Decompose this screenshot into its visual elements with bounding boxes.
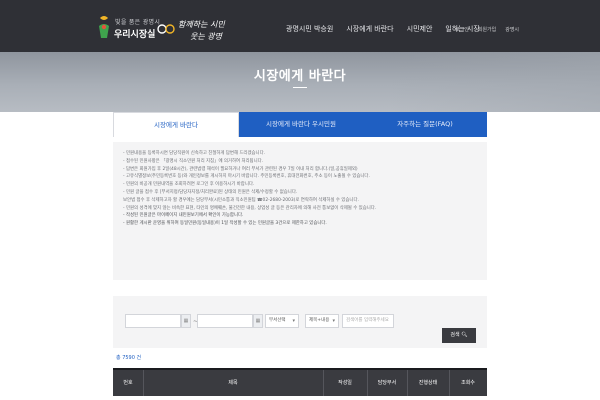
tab-to-mayor-civil[interactable]: 시장에게 바란다 우시민원 xyxy=(239,112,363,137)
nav-item-proposal[interactable]: 시민제안 xyxy=(407,24,433,34)
column-header-date: 작성일 xyxy=(338,380,352,386)
search-button-label: 검색 xyxy=(450,332,460,338)
search-icon: 🔍︎ xyxy=(461,332,468,338)
notice-item: - 민원의 비공개 민원내역을 조회하려면 로그인 후 이용하시기 바랍니다. xyxy=(123,182,255,188)
notice-item: - 민원내용을 등록하시면 담당직원이 신속하고 친절하게 답변해 드리겠습니다… xyxy=(123,151,266,156)
chevron-down-icon: ▾ xyxy=(292,318,295,324)
search-panel: ▦ ~ ▦ 부서선택 ▾ 제목+내용 ▾ 검색어를 입력해주세요 xyxy=(113,296,487,348)
column-header-status: 진행상태 xyxy=(418,380,438,386)
brand-slogan-logo: 함께하는 시민 웃는 광명 xyxy=(157,20,225,41)
department-select-value: 부서선택 xyxy=(269,318,286,323)
logo-subtitle: 빛을 품은 광명시 xyxy=(115,19,161,26)
column-header-title: 제목 xyxy=(228,380,238,386)
city-home-link[interactable]: 광명시 xyxy=(505,26,519,33)
notice-item: - 원활한 게시판 운영을 위하여 동일민원(동일내용)이 1일 작성할 수 있… xyxy=(123,221,327,227)
notice-item: - 민원의 성격에 맞지 않는 비속한 표현, 타인의 명예훼손, 불건전한 내… xyxy=(123,205,377,211)
calendar-icon[interactable]: ▦ xyxy=(253,314,263,328)
search-field-select[interactable]: 제목+내용 ▾ xyxy=(305,314,339,328)
page-title: 시장에게 바란다 xyxy=(253,69,347,84)
notice-item: - 답변은 회원가입 후 2일(48시간), 관련법령 해석이 필요하거나 여러… xyxy=(123,166,358,172)
column-header-views: 조회수 xyxy=(461,380,475,386)
logo-title[interactable]: 우리시장실 xyxy=(114,27,155,40)
search-button[interactable]: 검색 🔍︎ xyxy=(442,328,476,343)
column-header-number: 번호 xyxy=(123,380,133,386)
notice-item: 보안법 접수 후 삭제하고자 할 경우에는 담당부서(시민소통과 직소민원팀 ☎… xyxy=(123,197,359,203)
title-underline xyxy=(293,87,307,88)
column-header-department: 담당부서 xyxy=(377,380,397,386)
notice-item: - 작성된 민원글은 마이페이지 내민원보기에서 확인이 가능합니다. xyxy=(123,213,244,219)
end-date-input[interactable] xyxy=(197,314,253,328)
notice-item: - 접수된 민원사항은 「광명시 직소민원 처리 지침」에 의거하여 처리됩니다… xyxy=(123,158,264,164)
start-date-input[interactable] xyxy=(125,314,181,328)
notice-item: - 민원 글을 접수 후 [부서지정/담당자지정/처리완료]된 상태의 민원은 … xyxy=(123,189,298,195)
tab-faq[interactable]: 자주하는 질문(FAQ) xyxy=(363,112,487,137)
login-link[interactable]: 로그인 xyxy=(455,26,469,33)
notice-box: - 민원내용을 등록하시면 담당직원이 신속하고 친절하게 답변해 드리겠습니다… xyxy=(113,142,487,280)
calendar-icon[interactable]: ▦ xyxy=(181,314,191,328)
keyword-input[interactable]: 검색어를 입력해주세요 xyxy=(342,314,394,328)
city-logo-icon[interactable] xyxy=(97,14,111,40)
tab-to-mayor[interactable]: 시장에게 바란다 xyxy=(113,112,239,137)
table-header: 번호 제목 작성일 담당부서 진행상태 조회수 xyxy=(113,368,487,396)
chevron-down-icon: ▾ xyxy=(332,318,335,324)
notice-item: - 고유식별정보(주민등록번호 등)와 개인정보를 게시하지 마시기 바랍니다.… xyxy=(123,174,370,180)
svg-text:함께하는 시민: 함께하는 시민 xyxy=(178,20,225,29)
section-tabs: 시장에게 바란다 시장에게 바란다 우시민원 자주하는 질문(FAQ) xyxy=(113,112,487,137)
svg-text:웃는 광명: 웃는 광명 xyxy=(190,32,224,41)
total-count: 총 7590 건 xyxy=(116,355,142,361)
utility-links: 로그인 회원가입 광명시 xyxy=(455,26,528,33)
search-field-select-value: 제목+내용 xyxy=(309,318,330,323)
department-select[interactable]: 부서선택 ▾ xyxy=(265,314,299,328)
signup-link[interactable]: 회원가입 xyxy=(478,26,496,33)
nav-item-to-mayor[interactable]: 시장에게 바란다 xyxy=(346,24,393,34)
nav-item-mayor[interactable]: 광명시민 박승원 xyxy=(286,24,333,34)
hero-banner: 시장에게 바란다 xyxy=(0,52,600,112)
top-navigation-bar: 빛을 품은 광명시 우리시장실 함께하는 시민 웃는 광명 광명시민 박승원 시… xyxy=(0,0,600,52)
